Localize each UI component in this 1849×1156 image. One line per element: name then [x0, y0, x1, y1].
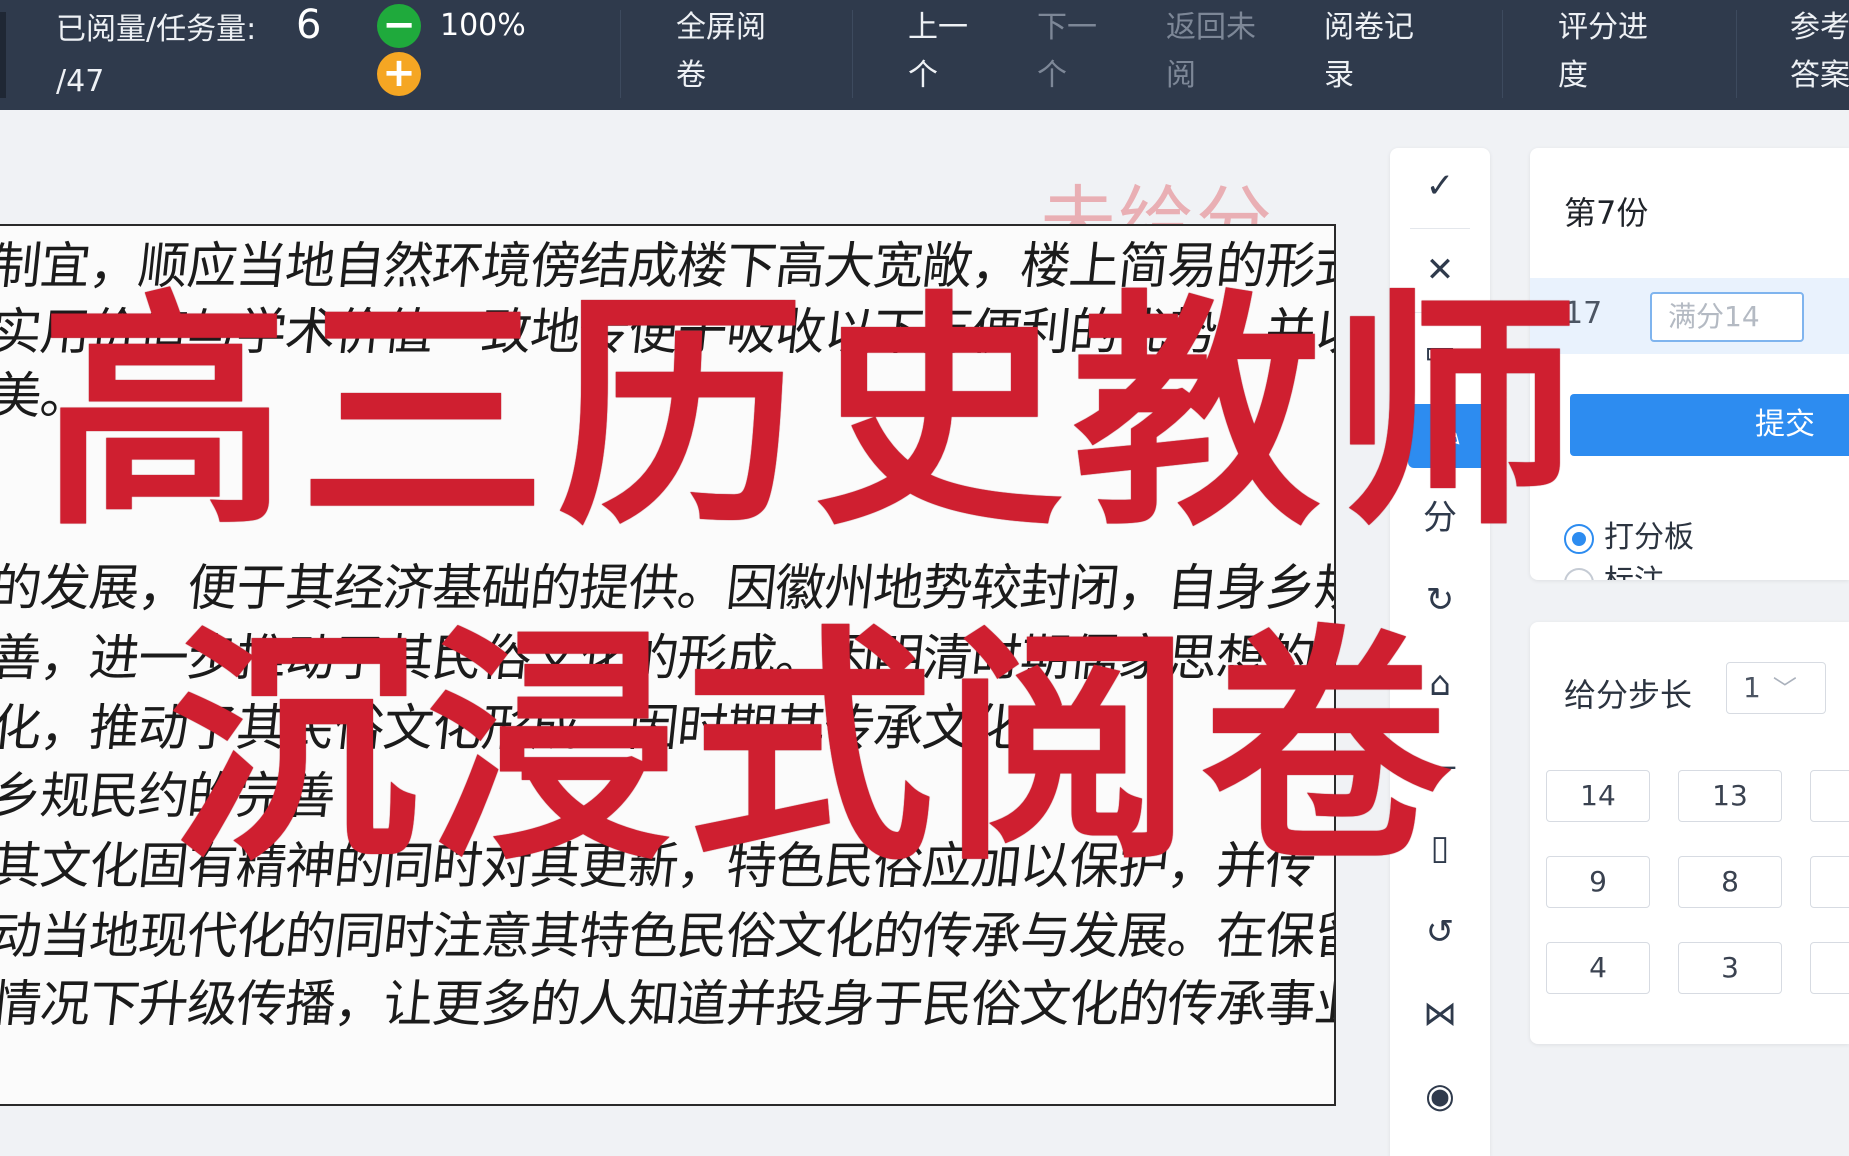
- score-step-value: 1: [1743, 671, 1761, 704]
- annotate-mode-option[interactable]: 标注: [1564, 556, 1664, 580]
- chevron-down-icon: ﹀: [1772, 675, 1797, 703]
- return-unread-button[interactable]: 返回未阅: [1166, 0, 1266, 110]
- radio-empty-icon[interactable]: [1564, 567, 1594, 580]
- check-icon[interactable]: ✓: [1408, 154, 1472, 218]
- grading-progress-button[interactable]: 评分进度: [1558, 0, 1668, 110]
- zoom-out-button[interactable]: −: [377, 4, 421, 48]
- zoom-level: 100%: [440, 8, 526, 43]
- toolbar-divider: [1502, 10, 1503, 98]
- fullscreen-grading-button[interactable]: 全屏阅卷: [676, 0, 786, 110]
- progress-total-count: /47: [56, 64, 105, 99]
- toolbar-divider: [620, 10, 621, 98]
- score-key[interactable]: 4: [1546, 942, 1650, 994]
- share-icon[interactable]: ⋈: [1408, 982, 1472, 1046]
- next-button[interactable]: 下一个: [1037, 0, 1107, 110]
- copy-number: 第7份: [1564, 194, 1649, 232]
- overlay-title-line-1: 高三历史教师: [40, 271, 1589, 559]
- score-key-partial[interactable]: [1810, 942, 1849, 994]
- score-key[interactable]: 3: [1678, 942, 1782, 994]
- overlay-title-line-2: 沉浸式阅卷: [169, 606, 1460, 894]
- sidebar-toggle-edge[interactable]: [0, 12, 6, 98]
- score-step-select[interactable]: 1 ﹀: [1726, 662, 1826, 714]
- handwriting-line: 动当地现代化的同时注意其特色民俗文化的传承与发展。在保留: [0, 907, 1336, 965]
- annotate-mode-label: 标注: [1604, 564, 1664, 580]
- tool-divider: [1410, 228, 1470, 229]
- reference-answer-button[interactable]: 参考答案: [1790, 0, 1849, 110]
- progress-done-count: 6: [296, 2, 322, 48]
- previous-button[interactable]: 上一个: [908, 0, 978, 110]
- toolbar-divider: [1736, 10, 1737, 98]
- handwriting-line: 情况下升级传播，让更多的人知道并投身于民俗文化的传承事业中来。: [0, 975, 1336, 1033]
- score-key-partial[interactable]: [1810, 770, 1849, 822]
- zoom-in-button[interactable]: +: [377, 52, 421, 96]
- rotate-icon[interactable]: ↺: [1408, 900, 1472, 964]
- score-key-partial[interactable]: [1810, 856, 1849, 908]
- toolbar-divider: [852, 10, 853, 98]
- top-toolbar: 已阅量/任务量: 6 /47 − + 100% 全屏阅卷 上一个 下一个 返回未…: [0, 0, 1849, 110]
- progress-label: 已阅量/任务量:: [56, 12, 257, 47]
- grading-history-button[interactable]: 阅卷记录: [1324, 0, 1434, 110]
- eye-icon[interactable]: ◉: [1408, 1064, 1472, 1128]
